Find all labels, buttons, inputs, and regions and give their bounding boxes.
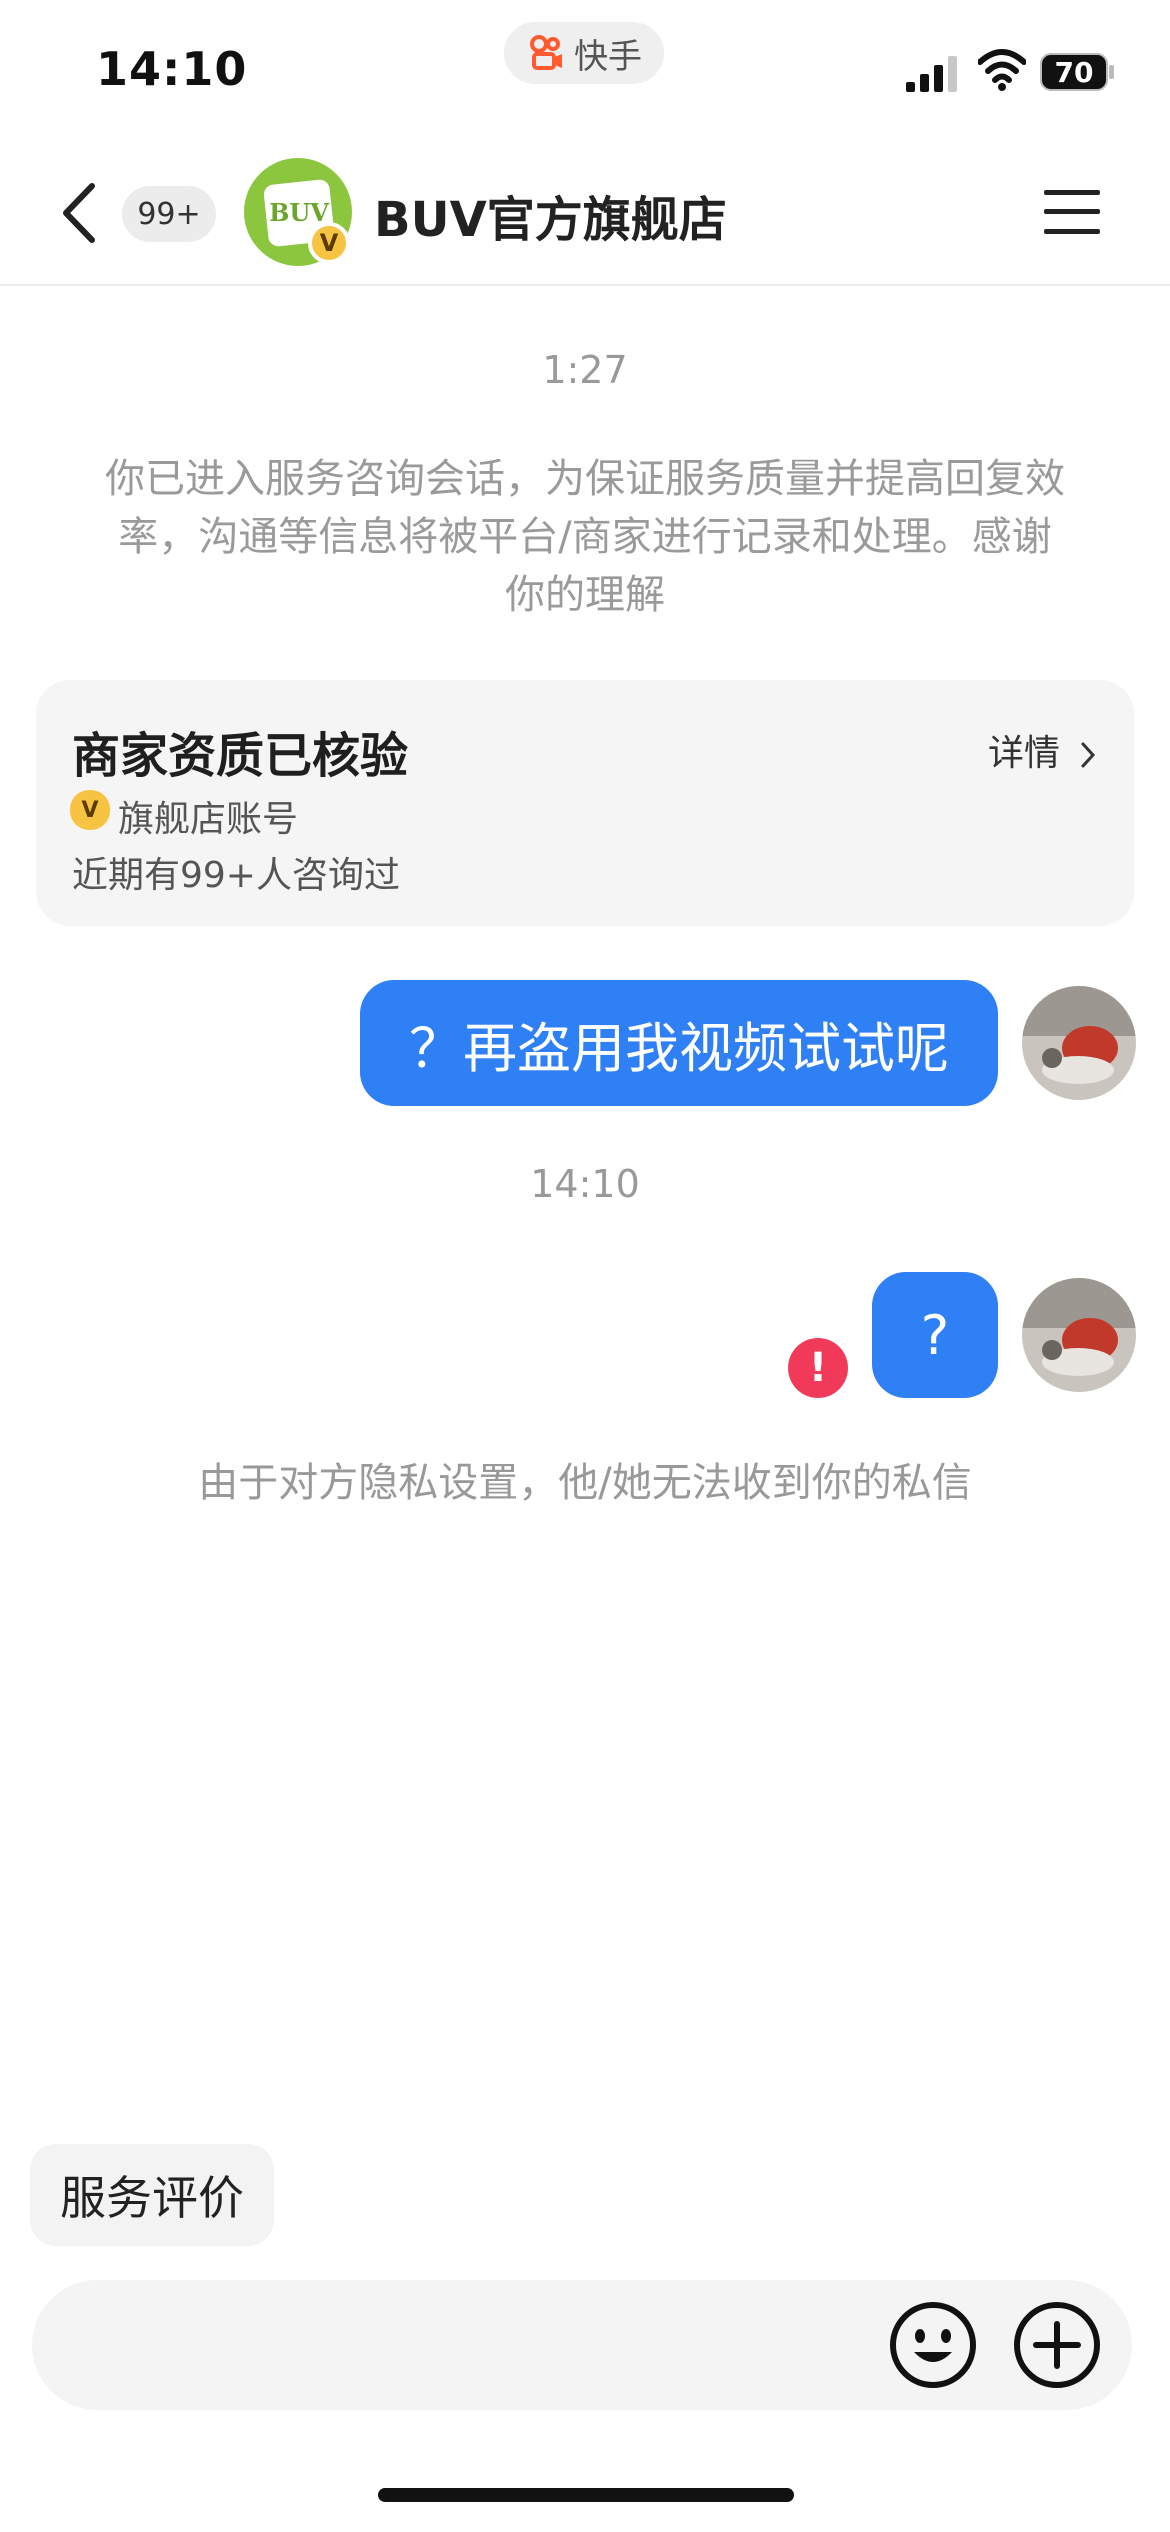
shop-name[interactable]: BUV官方旗舰店 bbox=[374, 180, 727, 250]
message-bubble-2[interactable]: ? bbox=[872, 1272, 998, 1398]
plus-icon[interactable] bbox=[1012, 2300, 1102, 2390]
card-detail-label: 详情 bbox=[988, 733, 1061, 774]
account-type: 旗舰店账号 bbox=[118, 799, 299, 840]
flagship-v-icon: V bbox=[70, 790, 110, 830]
timestamp-1: 1:27 bbox=[542, 348, 628, 392]
menu-icon[interactable] bbox=[1044, 188, 1100, 236]
service-rating-button[interactable]: 服务评价 bbox=[30, 2144, 274, 2246]
privacy-notice: 由于对方隐私设置，他/她无法收到你的私信 bbox=[198, 1460, 972, 1506]
emoji-icon[interactable] bbox=[888, 2300, 978, 2390]
wifi-icon bbox=[978, 49, 1026, 91]
consult-count: 近期有99+人咨询过 bbox=[72, 855, 400, 896]
status-time: 14:10 bbox=[96, 42, 248, 96]
app-pill[interactable]: 快手 bbox=[504, 22, 664, 84]
user-avatar[interactable] bbox=[1022, 986, 1136, 1100]
chevron-right-icon bbox=[1081, 742, 1096, 768]
kuaishou-logo-icon bbox=[530, 35, 562, 70]
battery-icon: 70 bbox=[1040, 52, 1116, 92]
send-failed-icon[interactable]: ! bbox=[788, 1338, 848, 1398]
verified-v-badge: V bbox=[308, 222, 350, 264]
timestamp-2: 14:10 bbox=[530, 1162, 640, 1206]
app-pill-label: 快手 bbox=[574, 36, 642, 77]
message-bubble-1[interactable]: ？再盗用我视频试试呢 bbox=[360, 980, 998, 1106]
unread-badge[interactable]: 99+ bbox=[122, 186, 216, 242]
battery-level: 70 bbox=[1054, 55, 1094, 89]
cellular-signal-icon bbox=[906, 56, 957, 92]
back-arrow-icon[interactable] bbox=[56, 178, 104, 248]
service-notice: 你已进入服务咨询会话，为保证服务质量并提高回复效率，沟通等信息将被平台/商家进行… bbox=[105, 456, 1065, 618]
home-indicator[interactable] bbox=[378, 2488, 794, 2502]
card-detail-link[interactable]: 详情 bbox=[988, 724, 1099, 776]
user-avatar[interactable] bbox=[1022, 1278, 1136, 1392]
card-title: 商家资质已核验 bbox=[72, 728, 409, 784]
